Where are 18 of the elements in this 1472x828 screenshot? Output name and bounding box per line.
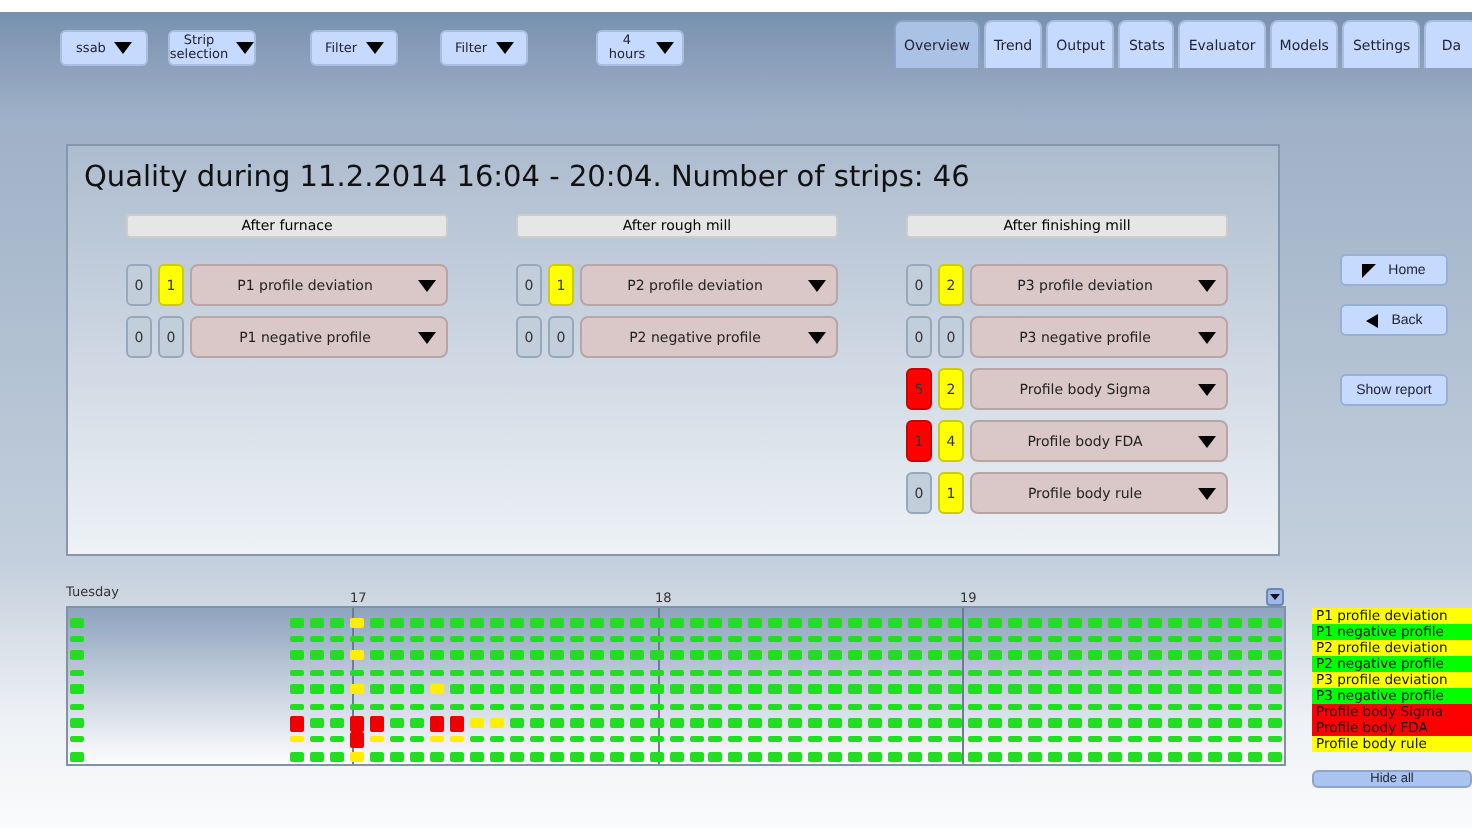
dropdown-icon[interactable] bbox=[1266, 588, 1284, 606]
caret-icon bbox=[495, 42, 514, 54]
caret-icon bbox=[418, 331, 436, 343]
caret-icon bbox=[365, 42, 384, 54]
corner-arrow-icon bbox=[1362, 263, 1377, 277]
caret-icon bbox=[808, 331, 826, 343]
panel-title: Quality during 11.2.2014 16:04 - 20:04. Number of strips: 46 bbox=[84, 162, 972, 194]
caret-icon bbox=[656, 42, 674, 54]
caret-icon bbox=[1198, 487, 1216, 499]
caret-icon bbox=[1198, 383, 1216, 395]
back-icon bbox=[1365, 313, 1380, 327]
caret-icon bbox=[418, 279, 436, 291]
caret-icon bbox=[113, 42, 132, 54]
caret-icon bbox=[1198, 279, 1216, 291]
caret-icon bbox=[236, 42, 255, 54]
caret-icon bbox=[808, 279, 826, 291]
caret-icon bbox=[1198, 435, 1216, 447]
caret-icon bbox=[1198, 331, 1216, 343]
